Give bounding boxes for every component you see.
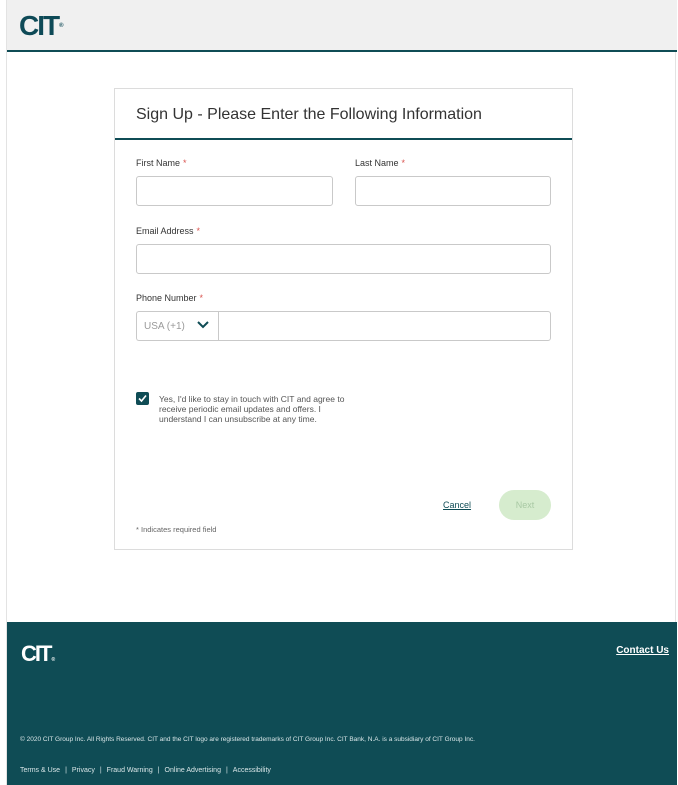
country-code-select[interactable]: USA (+1) <box>136 311 218 341</box>
footer-logo-text: CIT <box>21 641 52 666</box>
link-separator: | <box>99 767 102 774</box>
last-name-field[interactable] <box>355 176 551 206</box>
contact-us-link[interactable]: Contact Us <box>616 645 669 656</box>
link-separator: | <box>65 767 67 774</box>
logo-text: CIT <box>19 10 60 41</box>
phone-number-field[interactable] <box>218 311 551 341</box>
phone-label: Phone Number * <box>136 293 203 303</box>
phone-label-text: Phone Number <box>136 293 197 303</box>
logo-registered-mark: ® <box>59 23 64 29</box>
required-asterisk: * <box>199 293 204 303</box>
footer-link-online-advertising[interactable]: Online Advertising <box>165 767 221 774</box>
email-label: Email Address * <box>136 226 200 236</box>
footer-cit-logo[interactable]: CIT® <box>21 641 56 670</box>
footer-links: Terms & Use | Privacy | Fraud Warning | Online… <box>20 767 271 774</box>
first-name-label-text: First Name <box>136 158 181 168</box>
site-footer: CIT® Contact Us © 2020 CIT Group Inc. Al… <box>7 622 677 785</box>
next-button[interactable]: Next <box>499 490 551 520</box>
link-separator: | <box>157 767 160 774</box>
footer-link-privacy[interactable]: Privacy <box>72 767 95 774</box>
required-asterisk: * <box>183 158 187 168</box>
copyright-text: © 2020 CIT Group Inc. All Rights Reserve… <box>20 736 475 743</box>
required-asterisk: * <box>401 158 406 168</box>
page-title: Sign Up - Please Enter the Following Inf… <box>136 106 482 123</box>
first-name-label: First Name * <box>136 158 187 168</box>
footer-link-terms[interactable]: Terms & Use <box>20 767 60 774</box>
cit-logo[interactable]: CIT® <box>19 10 64 41</box>
chevron-down-icon <box>197 321 209 329</box>
consent-text: Yes, I'd like to stay in touch with CIT … <box>159 394 345 424</box>
first-name-field[interactable] <box>136 176 333 206</box>
footer-link-fraud-warning[interactable]: Fraud Warning <box>107 767 153 774</box>
title-divider <box>115 138 572 140</box>
link-separator: | <box>225 767 228 774</box>
footer-logo-registered-mark: ® <box>51 657 56 663</box>
checkmark-icon <box>138 394 147 403</box>
site-header: CIT® <box>7 0 677 52</box>
signup-card: Sign Up - Please Enter the Following Inf… <box>114 88 573 550</box>
email-field[interactable] <box>136 244 551 274</box>
cancel-link[interactable]: Cancel <box>443 500 471 510</box>
email-label-text: Email Address <box>136 226 194 236</box>
required-field-note: * Indicates required field <box>136 525 217 534</box>
footer-link-accessibility[interactable]: Accessibility <box>233 767 271 774</box>
page-frame: CIT® Sign Up - Please Enter the Followin… <box>6 0 677 785</box>
required-asterisk: * <box>196 226 201 236</box>
country-code-value: USA (+1) <box>144 321 185 332</box>
last-name-label: Last Name * <box>355 158 405 168</box>
consent-checkbox[interactable] <box>136 392 149 405</box>
last-name-label-text: Last Name <box>355 158 399 168</box>
